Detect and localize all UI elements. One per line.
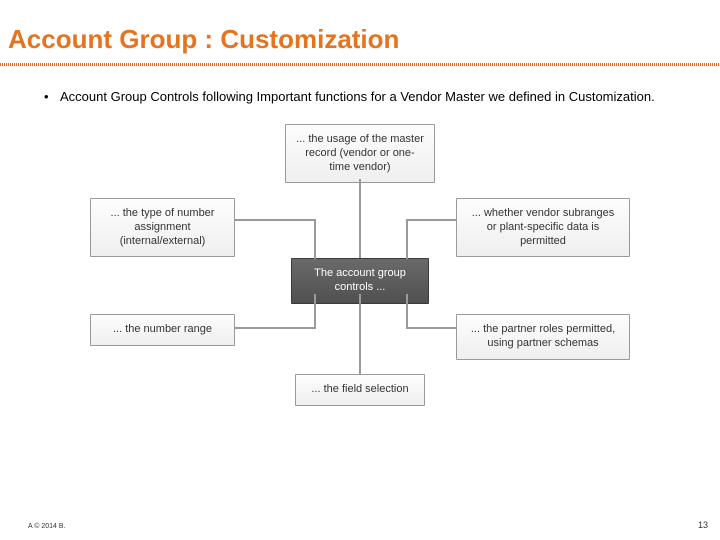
connector-left1-v: [314, 219, 316, 259]
connector-right2-h: [406, 327, 456, 329]
page-title: Account Group : Customization: [0, 0, 720, 63]
connector-left2-h: [235, 327, 315, 329]
connector-left1-h: [235, 219, 315, 221]
top-box: ... the usage of the master record (vend…: [285, 124, 435, 183]
right-lower-box: ... the partner roles permitted, using p…: [456, 314, 630, 360]
left-lower-box: ... the number range: [90, 314, 235, 346]
bullet-area: Account Group Controls following Importa…: [0, 66, 720, 116]
right-upper-box: ... whether vendor subranges or plant-sp…: [456, 198, 630, 257]
connector-right2-v: [406, 294, 408, 329]
bottom-box: ... the field selection: [295, 374, 425, 406]
connector-right1-v: [406, 219, 408, 259]
bullet-item: Account Group Controls following Importa…: [44, 88, 688, 106]
connector-top: [359, 179, 361, 258]
left-upper-box: ... the type of number assignment (inter…: [90, 198, 235, 257]
account-group-diagram: The account group controls ... ... the u…: [90, 124, 630, 434]
connector-right1-h: [406, 219, 456, 221]
connector-bottom: [359, 294, 361, 374]
connector-left2-v: [314, 294, 316, 329]
page-number: 13: [698, 520, 708, 530]
footer-copyright: A © 2014 B.: [28, 523, 65, 530]
